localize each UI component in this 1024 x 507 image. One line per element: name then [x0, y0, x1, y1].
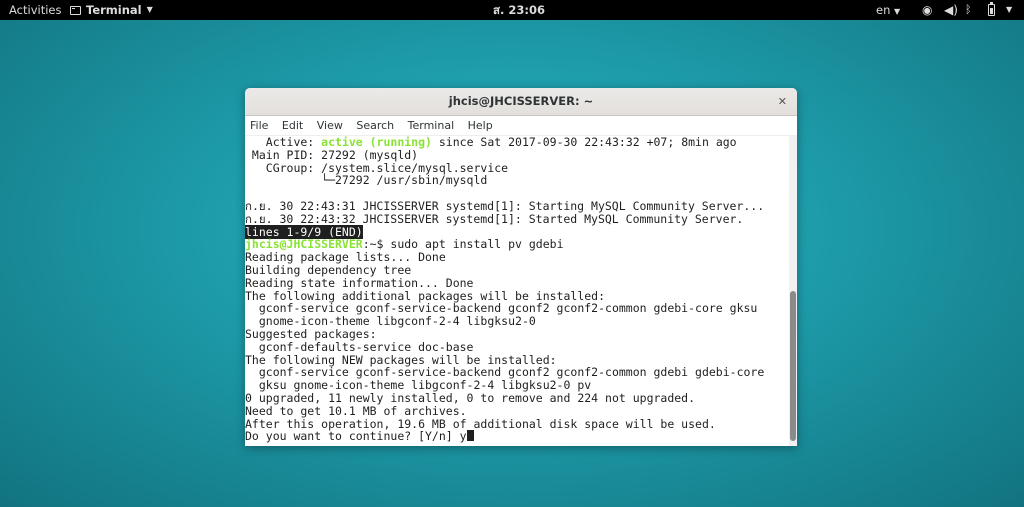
terminal-output[interactable]: Active: active (running) since Sat 2017-… [245, 136, 789, 446]
network-icon[interactable]: ◉ [922, 0, 932, 20]
text-cursor [466, 430, 474, 442]
menu-terminal[interactable]: Terminal [408, 119, 455, 132]
window-title: jhcis@JHCISSERVER: ~ [448, 94, 594, 108]
output-line: 0 upgraded, 11 newly installed, 0 to rem… [245, 390, 696, 405]
app-menu-label: Terminal [86, 3, 142, 17]
status-active-line: Active: active (running) since Sat 2017-… [245, 135, 737, 149]
status-cgroup-child-line: └─27292 /usr/sbin/mysqld [245, 173, 488, 188]
active-state: active (running) [321, 135, 432, 149]
question-line: Do you want to continue? [Y/n] y [245, 430, 789, 443]
output-line: Reading state information... Done [245, 275, 474, 290]
close-icon[interactable]: ✕ [778, 88, 787, 115]
status-pid-line: Main PID: 27292 (mysqld) [245, 147, 419, 162]
menu-edit[interactable]: Edit [282, 119, 303, 132]
terminal-window: jhcis@JHCISSERVER: ~ ✕ File Edit View Se… [245, 88, 797, 446]
scrollbar-thumb[interactable] [790, 291, 796, 441]
log-line: ก.ย. 30 22:43:32 JHCISSERVER systemd[1]:… [245, 211, 744, 226]
chevron-down-icon: ▼ [894, 7, 901, 16]
activities-button[interactable]: Activities [9, 0, 61, 20]
language-label: en [876, 3, 891, 17]
output-line: Suggested packages: [245, 326, 377, 341]
menu-search[interactable]: Search [356, 119, 394, 132]
volume-icon[interactable]: ◀) [944, 0, 958, 20]
system-menu-chevron-icon[interactable]: ▼ [1006, 0, 1012, 20]
menu-file[interactable]: File [250, 119, 268, 132]
battery-icon[interactable] [988, 2, 995, 16]
window-titlebar[interactable]: jhcis@JHCISSERVER: ~ ✕ [245, 88, 797, 116]
bluetooth-icon[interactable]: ᛒ [965, 0, 972, 20]
output-line: Need to get 10.1 MB of archives. [245, 403, 467, 418]
chevron-down-icon: ▼ [146, 5, 153, 14]
menu-view[interactable]: View [317, 119, 343, 132]
output-line: Building dependency tree [245, 262, 412, 277]
top-bar: Activities Terminal ▼ ส. 23:06 en ▼ ◉ ◀)… [0, 0, 1024, 20]
clock[interactable]: ส. 23:06 [493, 0, 545, 20]
scrollbar[interactable] [789, 136, 797, 446]
log-line: ก.ย. 30 22:43:31 JHCISSERVER systemd[1]:… [245, 198, 765, 213]
menu-bar: File Edit View Search Terminal Help [245, 116, 797, 136]
terminal-icon [70, 5, 81, 15]
output-line: gconf-defaults-service doc-base [245, 339, 474, 354]
language-indicator[interactable]: en ▼ [876, 0, 900, 20]
menu-help[interactable]: Help [468, 119, 493, 132]
app-menu-button[interactable]: Terminal ▼ [70, 0, 153, 20]
